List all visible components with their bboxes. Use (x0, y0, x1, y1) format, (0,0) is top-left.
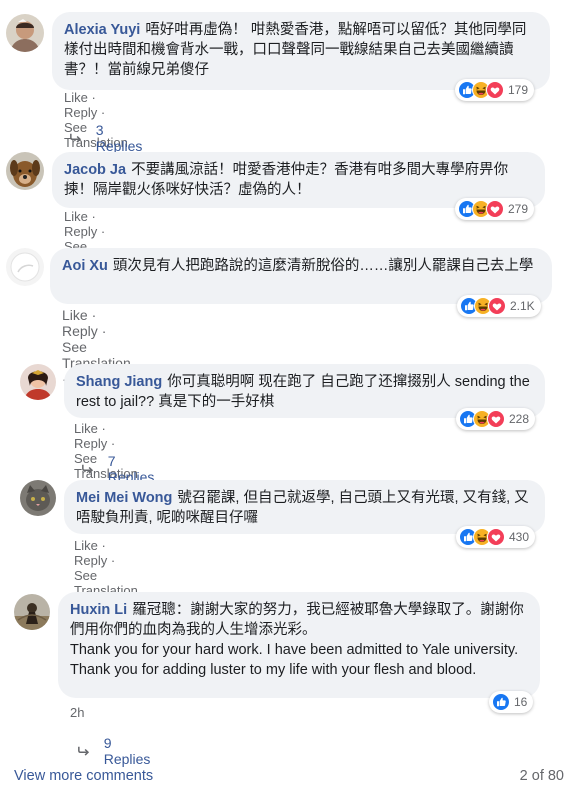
comment-text: 羅冠聰：謝謝大家的努力，我已經被耶魯大學錄取了。謝謝你們用你們的血肉為我的人生增… (70, 602, 524, 638)
reaction-summary[interactable]: 430 (456, 526, 536, 548)
comment-author[interactable]: Alexia Yuyi (64, 22, 140, 38)
separator: · (91, 307, 97, 323)
reply-arrow-icon (82, 463, 94, 475)
view-replies-link[interactable]: 9 Replies (78, 735, 153, 767)
reply-link[interactable]: Reply (64, 105, 97, 120)
comment-text-english: Thank you for your hard work. I have bee… (70, 642, 519, 678)
reaction-summary[interactable]: 228 (456, 408, 536, 430)
replies-count: 3 Replies (95, 122, 143, 154)
user-avatar-icon (6, 248, 44, 286)
replies-count: 9 Replies (103, 735, 151, 767)
reaction-summary[interactable]: 2.1K (457, 295, 541, 317)
separator: · (100, 105, 106, 120)
user-avatar-icon (20, 364, 56, 400)
reaction-count: 2.1K (510, 299, 535, 313)
separator: · (101, 538, 106, 553)
reply-link[interactable]: Reply (64, 224, 97, 239)
separator: · (100, 224, 106, 239)
reaction-summary[interactable]: 179 (455, 79, 535, 101)
user-avatar-icon (6, 14, 44, 52)
comment-author[interactable]: Shang Jiang (76, 374, 162, 390)
avatar[interactable] (6, 14, 44, 52)
comment-author[interactable]: Mei Mei Wong (76, 490, 172, 506)
separator: · (101, 323, 107, 339)
comment-pager: 2 of 80 (519, 768, 564, 784)
reaction-count: 16 (514, 695, 528, 709)
comment-author[interactable]: Jacob Ja (64, 162, 126, 178)
avatar[interactable] (20, 480, 56, 516)
like-link[interactable]: Like (74, 421, 98, 436)
view-replies-link[interactable]: 3 Replies (70, 122, 145, 154)
reaction-count: 430 (509, 530, 530, 544)
like-link[interactable]: Like (64, 209, 88, 224)
separator: · (110, 436, 116, 451)
reaction-count: 279 (508, 202, 529, 216)
like-link[interactable]: Like (62, 307, 88, 323)
reaction-count: 228 (509, 412, 530, 426)
comment-bubble: Huxin Li 羅冠聰：謝謝大家的努力，我已經被耶魯大學錄取了。謝謝你們用你們的… (58, 592, 540, 698)
reply-link[interactable]: Reply (74, 553, 107, 568)
separator: · (91, 209, 96, 224)
reaction-summary[interactable]: 16 (489, 691, 534, 713)
user-avatar-icon (14, 594, 50, 630)
like-icon (492, 693, 510, 711)
comment-author[interactable]: Huxin Li (70, 602, 127, 618)
love-icon (486, 81, 504, 99)
love-icon (486, 200, 504, 218)
cat-avatar-icon (20, 480, 56, 516)
avatar[interactable] (6, 152, 44, 190)
dog-avatar-icon (6, 152, 44, 190)
reply-link[interactable]: Reply (74, 436, 107, 451)
avatar[interactable] (6, 248, 44, 286)
comment-text: 不要講風涼話！咁愛香港仲走？香港有咁多間大專學府畀你揀！隔岸觀火係咪好快活？虛偽… (64, 162, 509, 198)
avatar[interactable] (20, 364, 56, 400)
reply-arrow-icon (78, 745, 90, 757)
like-link[interactable]: Like (74, 538, 98, 553)
love-icon (487, 410, 505, 428)
avatar[interactable] (14, 594, 50, 630)
reaction-summary[interactable]: 279 (455, 198, 535, 220)
love-icon (488, 297, 506, 315)
love-icon (487, 528, 505, 546)
view-more-comments-link[interactable]: View more comments (14, 768, 153, 784)
reply-arrow-icon (70, 132, 82, 144)
comment-text: 頭次見有人把跑路說的這麼清新脫俗的……讓別人罷課自己去上學 (112, 258, 534, 274)
comment-time[interactable]: 2h (70, 705, 84, 720)
separator: · (91, 90, 96, 105)
like-link[interactable]: Like (64, 90, 88, 105)
separator: · (110, 553, 116, 568)
comment-author[interactable]: Aoi Xu (62, 258, 108, 274)
reply-link[interactable]: Reply (62, 323, 98, 339)
reaction-count: 179 (508, 83, 529, 97)
comment-actions: 2h (70, 705, 84, 720)
separator: · (101, 421, 106, 436)
